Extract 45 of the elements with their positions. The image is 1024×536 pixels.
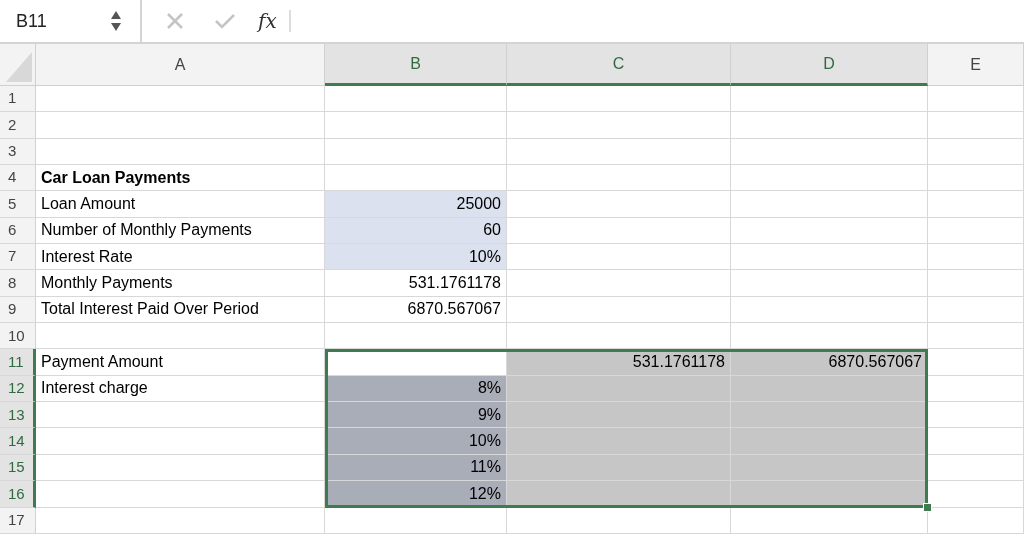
row-header[interactable]: 12 (0, 375, 36, 403)
table-cell: Loan Amount (36, 191, 325, 218)
column-header[interactable]: C (507, 44, 731, 86)
function-button[interactable]: fx (258, 6, 277, 36)
row-header[interactable]: 14 (0, 428, 36, 455)
row-header[interactable]: 11 (0, 349, 36, 376)
row-header[interactable]: 3 (0, 138, 36, 166)
column-header[interactable]: B (325, 44, 507, 86)
table-cell: 10% (325, 244, 507, 271)
table-cell: 60 (325, 217, 507, 245)
column-header[interactable]: D (731, 44, 928, 86)
table-cell: Payment Amount (36, 349, 325, 376)
row-header[interactable]: 17 (0, 507, 36, 534)
row-header[interactable]: 2 (0, 112, 36, 139)
table-cell: 531.1761178 (325, 270, 507, 297)
stepper-arrows-icon[interactable] (110, 9, 122, 33)
row-header[interactable]: 6 (0, 217, 36, 245)
table-cell: Interest Rate (36, 244, 325, 271)
row-header[interactable]: 7 (0, 244, 36, 271)
column-header[interactable]: A (36, 44, 325, 86)
table-cell: Number of Monthly Payments (36, 217, 325, 245)
row-header[interactable]: 5 (0, 191, 36, 218)
table-cell: Total Interest Paid Over Period (36, 296, 325, 324)
row-header[interactable]: 13 (0, 402, 36, 429)
table-cell: 8% (325, 375, 507, 403)
table-cell: Car Loan Payments (36, 165, 325, 192)
cancel-icon[interactable] (166, 12, 184, 30)
table-cell: Interest charge (36, 375, 325, 403)
row-header[interactable]: 1 (0, 86, 36, 113)
row-header[interactable]: 8 (0, 270, 36, 297)
table-cell: 11% (325, 454, 507, 482)
row-header[interactable]: 16 (0, 481, 36, 508)
row-header[interactable]: 10 (0, 323, 36, 350)
checkmark-icon[interactable] (214, 12, 236, 30)
row-header[interactable]: 9 (0, 296, 36, 324)
table-cell: 25000 (325, 191, 507, 218)
column-header[interactable]: E (928, 44, 1024, 86)
table-cell: 6870.567067 (325, 296, 507, 324)
table-cell: Monthly Payments (36, 270, 325, 297)
table-cell: 9% (325, 402, 507, 429)
row-header[interactable]: 15 (0, 454, 36, 482)
table-cell: 12% (325, 481, 507, 508)
table-cell: 10% (325, 428, 507, 455)
select-all-corner[interactable] (0, 44, 36, 86)
row-header[interactable]: 4 (0, 165, 36, 192)
